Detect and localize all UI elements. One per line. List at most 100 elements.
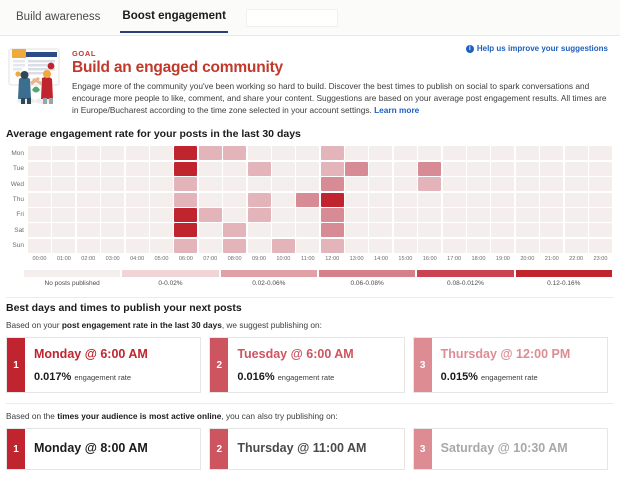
heatmap-cell[interactable] (369, 146, 392, 160)
heatmap-cell[interactable] (345, 239, 368, 253)
heatmap-cell[interactable] (321, 146, 344, 160)
heatmap-cell[interactable] (52, 177, 75, 191)
heatmap-cell[interactable] (418, 208, 441, 222)
heatmap-cell[interactable] (516, 146, 539, 160)
heatmap-cell[interactable] (369, 177, 392, 191)
heatmap-cell[interactable] (174, 239, 197, 253)
suggestion-card[interactable]: 1Monday @ 8:00 AM (6, 428, 201, 470)
heatmap-cell[interactable] (565, 162, 588, 176)
heatmap-cell[interactable] (150, 193, 173, 207)
heatmap-cell[interactable] (491, 208, 514, 222)
heatmap-cell[interactable] (296, 162, 319, 176)
heatmap-cell[interactable] (28, 239, 51, 253)
heatmap-cell[interactable] (248, 146, 271, 160)
heatmap-cell[interactable] (199, 146, 222, 160)
heatmap-cell[interactable] (369, 223, 392, 237)
heatmap-cell[interactable] (540, 223, 563, 237)
heatmap-cell[interactable] (52, 193, 75, 207)
heatmap-cell[interactable] (126, 193, 149, 207)
heatmap-cell[interactable] (516, 208, 539, 222)
heatmap-cell[interactable] (540, 177, 563, 191)
heatmap-cell[interactable] (540, 146, 563, 160)
heatmap-cell[interactable] (223, 223, 246, 237)
heatmap-cell[interactable] (589, 177, 612, 191)
heatmap-cell[interactable] (565, 193, 588, 207)
heatmap-cell[interactable] (321, 177, 344, 191)
heatmap-cell[interactable] (77, 208, 100, 222)
heatmap-cell[interactable] (248, 223, 271, 237)
heatmap-cell[interactable] (418, 223, 441, 237)
heatmap-cell[interactable] (589, 193, 612, 207)
heatmap-cell[interactable] (223, 208, 246, 222)
heatmap-cell[interactable] (516, 162, 539, 176)
heatmap-cell[interactable] (345, 193, 368, 207)
heatmap-cell[interactable] (369, 239, 392, 253)
heatmap-cell[interactable] (345, 146, 368, 160)
heatmap-cell[interactable] (394, 146, 417, 160)
heatmap-cell[interactable] (199, 208, 222, 222)
heatmap-cell[interactable] (174, 208, 197, 222)
heatmap-cell[interactable] (126, 223, 149, 237)
heatmap-cell[interactable] (443, 177, 466, 191)
suggestion-card[interactable]: 2Tuesday @ 6:00 AM0.016%engagement rate (209, 337, 404, 393)
heatmap-cell[interactable] (248, 239, 271, 253)
heatmap-cell[interactable] (174, 162, 197, 176)
heatmap-cell[interactable] (394, 162, 417, 176)
heatmap-cell[interactable] (394, 208, 417, 222)
heatmap-cell[interactable] (28, 223, 51, 237)
heatmap-cell[interactable] (28, 177, 51, 191)
heatmap-cell[interactable] (589, 239, 612, 253)
heatmap-cell[interactable] (174, 223, 197, 237)
heatmap-cell[interactable] (77, 193, 100, 207)
heatmap-cell[interactable] (321, 162, 344, 176)
heatmap-cell[interactable] (223, 239, 246, 253)
heatmap-cell[interactable] (174, 193, 197, 207)
heatmap-cell[interactable] (296, 223, 319, 237)
heatmap-cell[interactable] (467, 146, 490, 160)
heatmap-cell[interactable] (443, 223, 466, 237)
heatmap-cell[interactable] (467, 208, 490, 222)
heatmap-cell[interactable] (589, 162, 612, 176)
heatmap-cell[interactable] (345, 162, 368, 176)
heatmap-cell[interactable] (126, 239, 149, 253)
heatmap-cell[interactable] (101, 208, 124, 222)
heatmap-cell[interactable] (272, 239, 295, 253)
heatmap-cell[interactable] (223, 146, 246, 160)
heatmap-cell[interactable] (150, 146, 173, 160)
tab-build-awareness[interactable]: Build awareness (14, 3, 102, 32)
heatmap-cell[interactable] (77, 177, 100, 191)
heatmap-cell[interactable] (418, 239, 441, 253)
heatmap-cell[interactable] (491, 177, 514, 191)
heatmap-cell[interactable] (394, 223, 417, 237)
heatmap-cell[interactable] (101, 177, 124, 191)
heatmap-cell[interactable] (272, 193, 295, 207)
heatmap-cell[interactable] (516, 239, 539, 253)
heatmap-cell[interactable] (199, 223, 222, 237)
heatmap-cell[interactable] (52, 223, 75, 237)
heatmap-cell[interactable] (467, 193, 490, 207)
heatmap-cell[interactable] (418, 177, 441, 191)
heatmap-cell[interactable] (150, 208, 173, 222)
heatmap-cell[interactable] (248, 177, 271, 191)
heatmap-cell[interactable] (174, 146, 197, 160)
heatmap-cell[interactable] (516, 177, 539, 191)
heatmap-cell[interactable] (126, 177, 149, 191)
heatmap-cell[interactable] (467, 177, 490, 191)
heatmap-cell[interactable] (565, 146, 588, 160)
heatmap-cell[interactable] (369, 162, 392, 176)
heatmap-cell[interactable] (345, 223, 368, 237)
heatmap-cell[interactable] (418, 146, 441, 160)
heatmap-cell[interactable] (345, 177, 368, 191)
heatmap-cell[interactable] (443, 239, 466, 253)
heatmap-cell[interactable] (491, 223, 514, 237)
heatmap-cell[interactable] (296, 146, 319, 160)
heatmap-cell[interactable] (516, 193, 539, 207)
heatmap-cell[interactable] (296, 239, 319, 253)
heatmap-cell[interactable] (126, 146, 149, 160)
heatmap-cell[interactable] (28, 146, 51, 160)
heatmap-cell[interactable] (272, 223, 295, 237)
heatmap-cell[interactable] (52, 162, 75, 176)
heatmap-cell[interactable] (101, 162, 124, 176)
heatmap-cell[interactable] (77, 223, 100, 237)
heatmap-cell[interactable] (491, 162, 514, 176)
